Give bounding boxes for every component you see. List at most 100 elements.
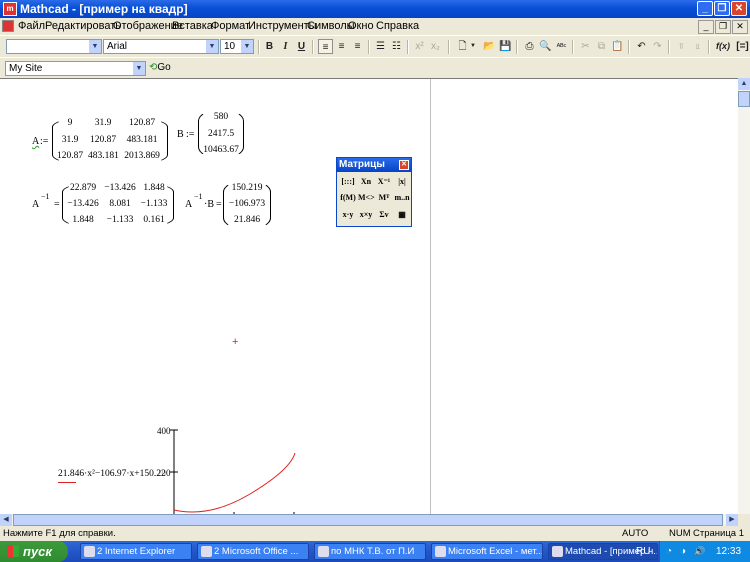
equals-operator: = xyxy=(216,199,222,210)
copy-icon[interactable]: ⧉ xyxy=(594,39,609,54)
matrix-cell: 31.9 xyxy=(94,118,112,128)
print-preview-icon[interactable]: 🔍 xyxy=(538,39,553,54)
task-label: 2 Internet Explorer xyxy=(97,546,176,557)
task-label: по МНК Т.В. от П.И xyxy=(331,546,415,557)
volume-icon[interactable]: ◑ xyxy=(680,541,686,562)
redo-icon[interactable]: ↷ xyxy=(650,39,665,54)
vertical-scrollbar[interactable]: ▲ xyxy=(738,78,750,514)
separator xyxy=(628,40,630,54)
transpose-button[interactable]: Mᵀ xyxy=(376,191,392,205)
scroll-up-icon[interactable]: ▲ xyxy=(738,78,750,90)
align-left-icon[interactable]: ≡ xyxy=(318,39,333,54)
new-document-icon[interactable]: 🗋 xyxy=(455,39,470,54)
doc-close-button[interactable]: ✕ xyxy=(732,20,748,34)
size-value: 10 xyxy=(224,41,236,52)
dot-product-button[interactable]: x·y xyxy=(340,208,356,222)
vector-b-name[interactable]: B xyxy=(177,129,184,140)
font-select[interactable]: Arial ▼ xyxy=(103,39,219,54)
close-icon[interactable]: ✕ xyxy=(399,160,409,170)
language-indicator[interactable]: RU xyxy=(636,541,650,562)
insert-matrix-button[interactable]: [:::] xyxy=(340,175,356,189)
product-label[interactable]: A xyxy=(185,199,192,210)
scroll-thumb[interactable] xyxy=(738,91,750,107)
subscript-icon[interactable]: x₂ xyxy=(428,39,443,54)
menu-help[interactable]: Справка xyxy=(376,20,419,32)
folder-icon xyxy=(318,546,329,557)
inverse-button[interactable]: X⁻¹ xyxy=(376,175,392,189)
bold-button[interactable]: B xyxy=(262,39,277,54)
cross-product-button[interactable]: x×y xyxy=(358,208,374,222)
status-help: Нажмите F1 для справки. xyxy=(3,528,116,539)
palette-titlebar[interactable]: Матрицы ✕ xyxy=(337,158,411,172)
task-internet-explorer[interactable]: 2 Internet Explorer xyxy=(80,543,192,560)
inverse-label[interactable]: A xyxy=(32,199,39,210)
inverse-exponent: −1 xyxy=(194,192,203,201)
undo-icon[interactable]: ↶ xyxy=(634,39,649,54)
title-bar: m Mathcad - [пример на квадр] _ ❐ ✕ xyxy=(0,0,750,18)
style-select[interactable]: ▼ xyxy=(6,39,102,54)
align-bottom-icon[interactable]: ⫫ xyxy=(690,39,705,54)
align-right-icon[interactable]: ≡ xyxy=(350,39,365,54)
worksheet[interactable]: A := 9 31.9 120.87 31.9 120.87 483.181 1… xyxy=(0,78,738,516)
network-icon[interactable]: ◔ xyxy=(666,541,672,562)
picture-button[interactable]: ▦ xyxy=(394,208,410,222)
size-select[interactable]: 10 ▼ xyxy=(220,39,254,54)
document-window-buttons: _ ❐ ✕ xyxy=(697,20,748,34)
chevron-down-icon[interactable]: ▼ xyxy=(469,39,477,54)
column-button[interactable]: M<> xyxy=(358,191,375,205)
doc-restore-button[interactable]: ❐ xyxy=(715,20,731,34)
range-button[interactable]: m..n xyxy=(394,191,410,205)
cut-icon[interactable]: ✂ xyxy=(578,39,593,54)
matrix-cell: −13.426 xyxy=(104,183,136,193)
vectorize-button[interactable]: f(M) xyxy=(340,191,356,205)
address-combo[interactable]: My Site ▼ xyxy=(5,61,146,76)
chevron-down-icon: ▼ xyxy=(206,40,218,53)
insert-unit-icon[interactable]: [=] xyxy=(735,39,750,54)
clock[interactable]: 12:33 xyxy=(716,541,741,562)
superscript-icon[interactable]: x² xyxy=(412,39,427,54)
italic-button[interactable]: I xyxy=(278,39,293,54)
matrix-a-name[interactable]: A xyxy=(32,136,39,147)
menu-insert[interactable]: Вставка xyxy=(172,20,213,32)
bullet-list-icon[interactable]: ☰ xyxy=(373,39,388,54)
print-icon[interactable]: ⎙ xyxy=(522,39,537,54)
spellcheck-icon[interactable]: ᴬᴮᶜ xyxy=(554,39,569,54)
insert-function-icon[interactable]: f(x) xyxy=(713,39,733,54)
plot-expression[interactable]: 21.846·x²−106.97·x+150.22 xyxy=(58,469,166,479)
scroll-right-icon[interactable]: ▶ xyxy=(726,514,738,526)
menu-window[interactable]: Окно xyxy=(348,20,374,32)
speaker-icon[interactable]: 🔊 xyxy=(694,541,705,562)
task-label: 2 Microsoft Office ... xyxy=(214,546,299,557)
separator xyxy=(312,40,314,54)
document-icon[interactable] xyxy=(2,20,14,32)
start-button[interactable]: пуск xyxy=(0,541,68,562)
restore-button[interactable]: ❐ xyxy=(714,1,730,16)
determinant-button[interactable]: |x| xyxy=(394,175,410,189)
menu-edit[interactable]: Редактировать xyxy=(45,20,121,32)
close-button[interactable]: ✕ xyxy=(731,1,747,16)
align-center-icon[interactable]: ≡ xyxy=(334,39,349,54)
task-excel[interactable]: Microsoft Excel - мет... xyxy=(431,543,543,560)
open-folder-icon[interactable]: 📂 xyxy=(482,39,497,54)
paste-icon[interactable]: 📋 xyxy=(610,39,625,54)
align-top-icon[interactable]: ⫪ xyxy=(674,39,689,54)
scroll-thumb[interactable] xyxy=(13,514,723,526)
status-mode: AUTO xyxy=(622,528,649,539)
task-office[interactable]: 2 Microsoft Office ... xyxy=(197,543,309,560)
matrix-cell: 9 xyxy=(67,118,73,128)
matrix-palette[interactable]: Матрицы ✕ [:::] Xn X⁻¹ |x| f(M) M<> Mᵀ m.… xyxy=(336,157,412,227)
underline-button[interactable]: U xyxy=(294,39,309,54)
task-folder[interactable]: по МНК Т.В. от П.И xyxy=(314,543,426,560)
insertion-crosshair: + xyxy=(232,336,239,348)
menu-format[interactable]: Формат xyxy=(211,20,250,32)
save-icon[interactable]: 💾 xyxy=(498,39,513,54)
scroll-left-icon[interactable]: ◀ xyxy=(0,514,12,526)
numbered-list-icon[interactable]: ☷ xyxy=(389,39,404,54)
vector-sum-button[interactable]: Σv xyxy=(376,208,392,222)
minimize-button[interactable]: _ xyxy=(697,1,713,16)
horizontal-scrollbar[interactable]: ◀ ▶ xyxy=(0,514,738,526)
doc-minimize-button[interactable]: _ xyxy=(698,20,714,34)
menu-file[interactable]: Файл xyxy=(18,20,45,32)
subscript-button[interactable]: Xn xyxy=(358,175,374,189)
go-button[interactable]: ⟲Go xyxy=(149,62,171,73)
